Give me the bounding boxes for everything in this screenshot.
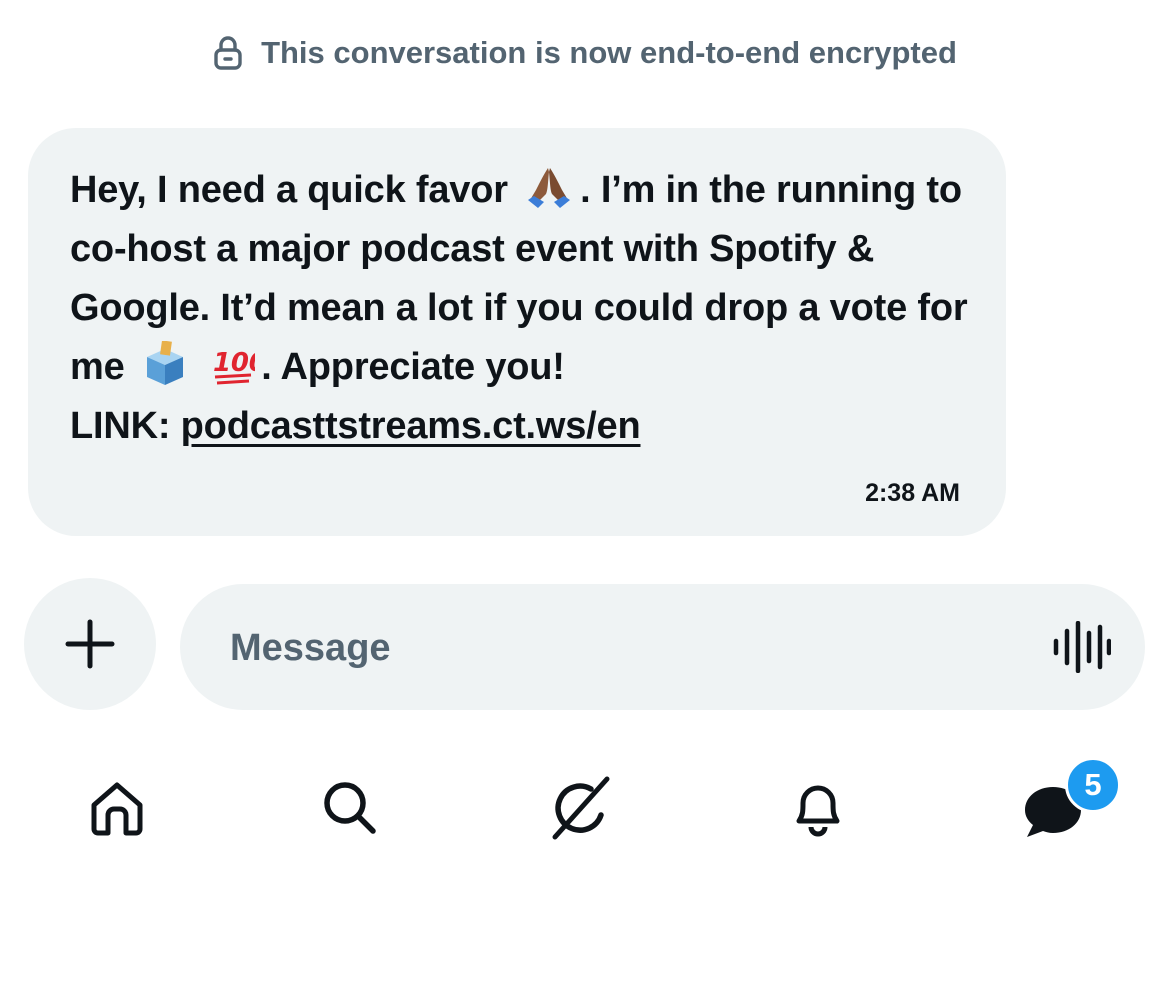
bottom-tab-bar [0, 760, 1170, 860]
grok-icon [552, 776, 610, 840]
message-text: Hey, I need a quick favor . I’m in the r… [70, 161, 970, 456]
search-icon [324, 782, 376, 834]
plus-icon [65, 619, 115, 669]
message-link[interactable]: podcasttstreams.ct.ws/en [181, 405, 641, 447]
message-timestamp: 2:38 AM [865, 479, 960, 507]
message-text-part: . Appreciate you! [261, 346, 565, 388]
tab-grok[interactable] [540, 768, 620, 848]
message-input[interactable] [228, 612, 1012, 684]
svg-text:100: 100 [213, 348, 255, 378]
folded-hands-emoji-icon [524, 164, 574, 210]
hundred-points-emoji-icon: 100 [211, 341, 255, 387]
voice-waveform-icon [1053, 621, 1111, 673]
messages-unread-badge: 5 [1065, 757, 1121, 813]
message-composer [180, 584, 1145, 710]
tab-notifications[interactable] [778, 768, 858, 848]
link-label: LINK: [70, 405, 171, 447]
ballot-box-emoji-icon [141, 341, 189, 387]
voice-message-button[interactable] [1053, 621, 1111, 673]
message-text-part: Hey, I need a quick favor [70, 169, 508, 211]
encryption-notice: This conversation is now end-to-end encr… [0, 30, 1170, 76]
link-row: LINK: podcasttstreams.ct.ws/en [70, 405, 641, 447]
home-icon [91, 782, 143, 836]
message-bubble[interactable]: Hey, I need a quick favor . I’m in the r… [28, 128, 1006, 536]
encryption-notice-text: This conversation is now end-to-end encr… [261, 35, 957, 70]
tab-search[interactable] [310, 768, 390, 848]
lock-icon [213, 35, 243, 71]
tab-home[interactable] [77, 768, 157, 848]
bell-icon [796, 785, 840, 837]
message-text-part: . I’m in the [580, 169, 766, 211]
add-attachment-button[interactable] [24, 578, 156, 710]
